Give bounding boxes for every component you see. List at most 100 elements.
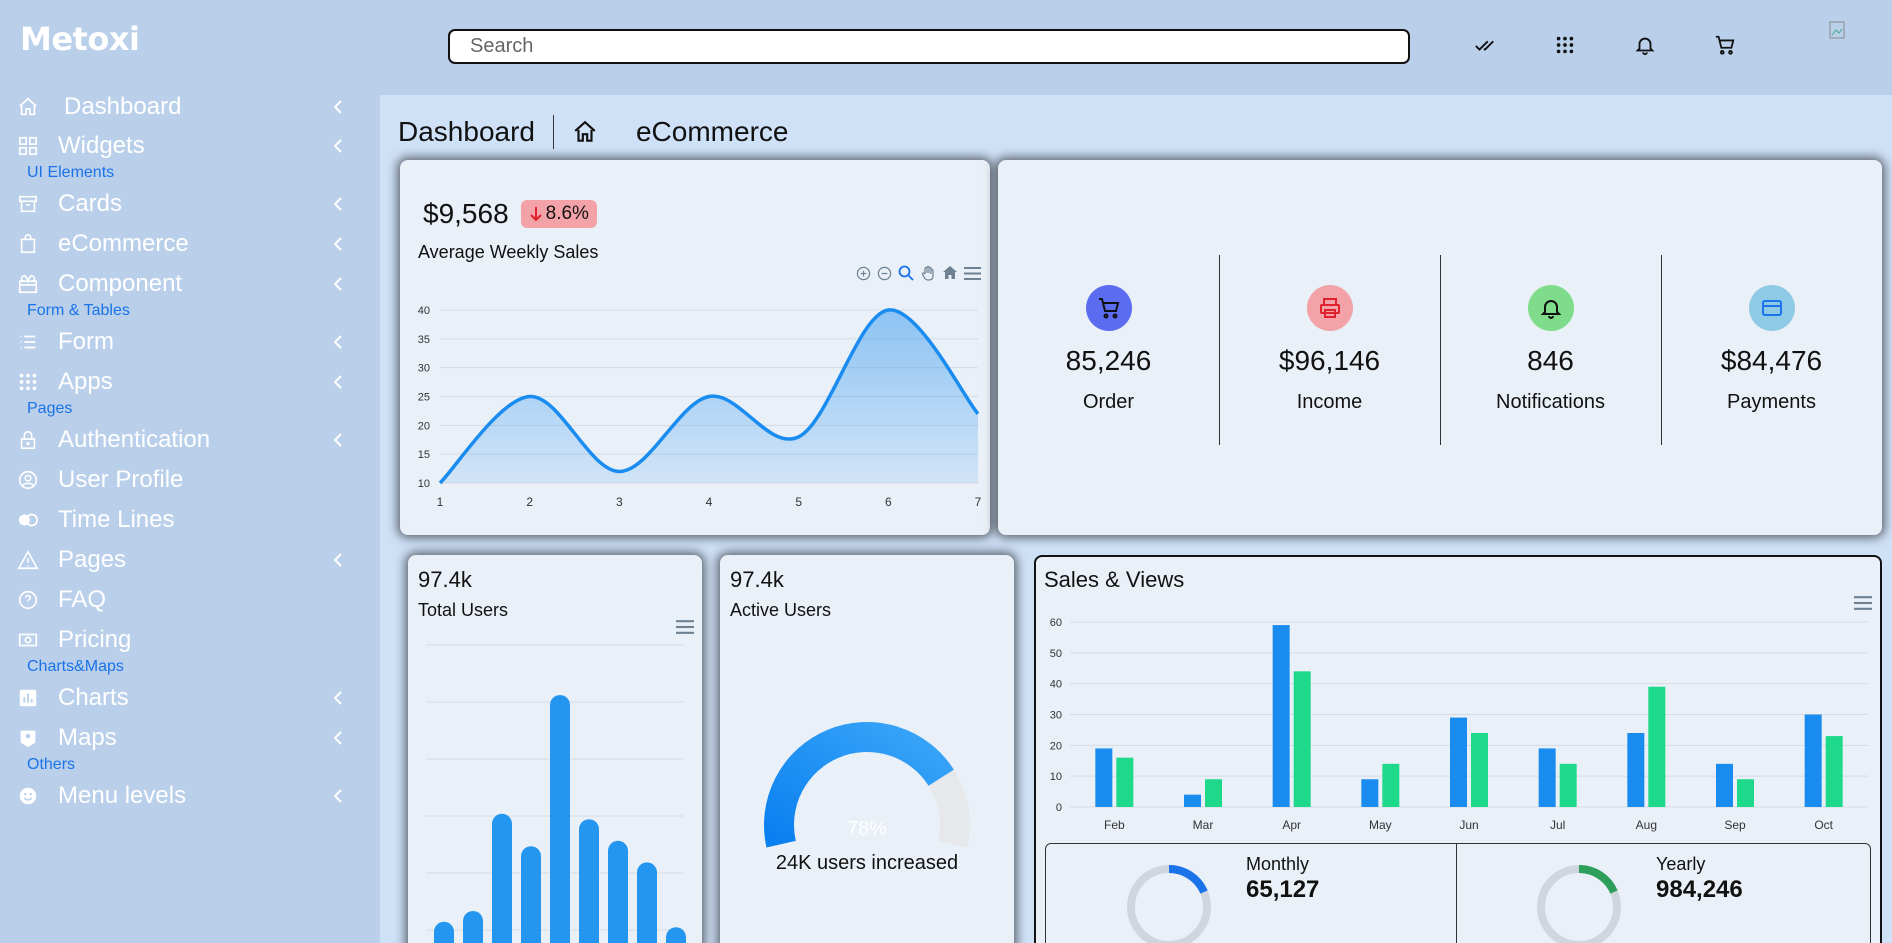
x-tick-label: 3	[616, 495, 623, 509]
card-title: Sales & Views	[1044, 567, 1185, 592]
y-tick-label: 20	[418, 420, 430, 432]
active-users-value: 97.4k	[730, 567, 784, 592]
apps-grid-icon[interactable]	[1550, 30, 1580, 60]
bar-sales	[1538, 748, 1556, 807]
section-label: Charts&Maps	[27, 658, 124, 675]
chevron-left-icon	[333, 197, 342, 211]
sidebar-item-pricing[interactable]: Pricing	[16, 622, 360, 658]
home-icon	[16, 95, 40, 119]
top-header	[380, 0, 1892, 95]
sidebar-item-menu-levels[interactable]: Menu levels	[16, 778, 360, 814]
x-tick-label: 6	[885, 495, 892, 509]
bar-sales	[1272, 625, 1290, 807]
yearly-label: Yearly	[1656, 854, 1706, 874]
menu-icon[interactable]	[1854, 596, 1872, 610]
sidebar-item-label: Widgets	[58, 132, 145, 159]
list-icon	[16, 330, 40, 354]
sidebar-item-apps[interactable]: Apps	[16, 364, 360, 400]
sidebar-item-widgets[interactable]: Widgets	[16, 128, 360, 164]
main-content: Dashboard eCommerce $9,568 8.6% Average …	[380, 95, 1892, 943]
apps-grid-icon	[16, 370, 40, 394]
stat-income: $96,146 Income	[1219, 160, 1440, 535]
x-tick-label: Mar	[1193, 818, 1214, 832]
sidebar-item-component[interactable]: Component	[16, 266, 360, 302]
chevron-left-icon	[333, 100, 342, 114]
x-tick-label: 2	[526, 495, 533, 509]
sidebar-item-faq[interactable]: FAQ	[16, 582, 360, 618]
sidebar-item-label: Apps	[58, 368, 113, 395]
change-value: 8.6%	[545, 203, 589, 224]
bar	[550, 695, 570, 943]
weekly-sales-value: $9,568	[423, 198, 509, 229]
search-input[interactable]	[448, 29, 1410, 64]
active-users-card: 97.4k Active Users 78% 24K users increas…	[720, 555, 1014, 943]
sidebar-item-authentication[interactable]: Authentication	[16, 422, 360, 458]
brand-logo[interactable]: Metoxi	[20, 20, 140, 58]
active-users-footer: 24K users increased	[775, 852, 959, 874]
change-badge: 8.6%	[520, 200, 597, 228]
menu-icon[interactable]	[964, 266, 981, 280]
chevron-left-icon	[333, 691, 342, 705]
sidebar-item-label: eCommerce	[58, 230, 189, 257]
x-tick-label: Jul	[1550, 818, 1565, 832]
stats-card: 85,246 Order $96,146 Income 846 Notifica…	[998, 160, 1882, 535]
sidebar-item-cards[interactable]: Cards	[16, 186, 360, 222]
stat-value: 846	[1527, 345, 1574, 376]
bar-views	[1559, 763, 1577, 807]
sidebar-item-user-profile[interactable]: User Profile	[16, 462, 360, 498]
avatar[interactable]	[1828, 20, 1878, 76]
y-tick-label: 50	[1050, 648, 1062, 660]
credit-card-icon	[1748, 285, 1795, 331]
magnify-icon[interactable]	[898, 265, 914, 281]
bell-icon	[1527, 285, 1574, 331]
sidebar-item-form[interactable]: Form	[16, 324, 360, 360]
double-check-icon[interactable]	[1470, 30, 1500, 60]
monthly-progress-ring	[1127, 864, 1211, 943]
active-users-gauge: 78%	[764, 722, 970, 848]
x-tick-label: Jun	[1459, 818, 1478, 832]
sidebar-item-ecommerce[interactable]: eCommerce	[16, 226, 360, 262]
bell-icon[interactable]	[1630, 30, 1660, 60]
x-tick-label: 5	[795, 495, 802, 509]
page-title: Dashboard	[398, 116, 535, 147]
home-icon[interactable]	[572, 119, 598, 145]
sales-views-bar-chart: 0 10 20 30 40 50 60 Feb Mar Apr May Jun Jul Aug Sep Oct…	[1050, 617, 1868, 832]
x-tick-label: 7	[975, 495, 982, 509]
gift-icon	[16, 272, 40, 296]
stat-label: Notifications	[1496, 391, 1605, 413]
sidebar-item-maps[interactable]: Maps	[16, 720, 360, 756]
sidebar-item-time-lines[interactable]: Time Lines	[16, 502, 360, 538]
chevron-left-icon	[333, 139, 342, 153]
pan-hand-icon[interactable]	[920, 265, 936, 281]
x-tick-label: 4	[706, 495, 713, 509]
sidebar-item-label: Time Lines	[58, 506, 175, 533]
bar-sales	[1804, 714, 1822, 807]
bar-views	[1382, 763, 1400, 807]
reset-home-icon[interactable]	[942, 265, 958, 281]
bar	[608, 840, 628, 943]
bar	[434, 921, 454, 943]
bar-views	[1825, 736, 1843, 807]
stat-order: 85,246 Order	[998, 160, 1219, 535]
bar	[492, 813, 512, 943]
sidebar-item-label: Menu levels	[58, 782, 187, 809]
sidebar-item-pages[interactable]: Pages	[16, 542, 360, 578]
menu-icon[interactable]	[676, 620, 694, 634]
total-users-label: Total Users	[418, 600, 509, 620]
breadcrumb-current[interactable]: eCommerce	[636, 116, 788, 148]
sidebar-item-dashboard[interactable]: Dashboard	[16, 89, 360, 125]
bar-views	[1116, 757, 1134, 807]
zoom-in-icon[interactable]	[856, 266, 871, 281]
weekly-sales-card: $9,568 8.6% Average Weekly Sales 10 15 20 2…	[400, 160, 990, 535]
breadcrumb: Dashboard eCommerce	[398, 115, 788, 149]
chevron-left-icon	[333, 731, 342, 745]
cart-icon	[1085, 285, 1132, 331]
zoom-out-icon[interactable]	[877, 266, 892, 281]
bar-sales	[1361, 779, 1379, 807]
y-tick-label: 25	[418, 392, 430, 404]
sidebar-item-label: Form	[58, 328, 114, 355]
sidebar-item-charts[interactable]: Charts	[16, 680, 360, 716]
cart-icon[interactable]	[1710, 30, 1740, 60]
bar-sales	[1716, 763, 1733, 807]
stat-payments: $84,476 Payments	[1661, 160, 1882, 535]
